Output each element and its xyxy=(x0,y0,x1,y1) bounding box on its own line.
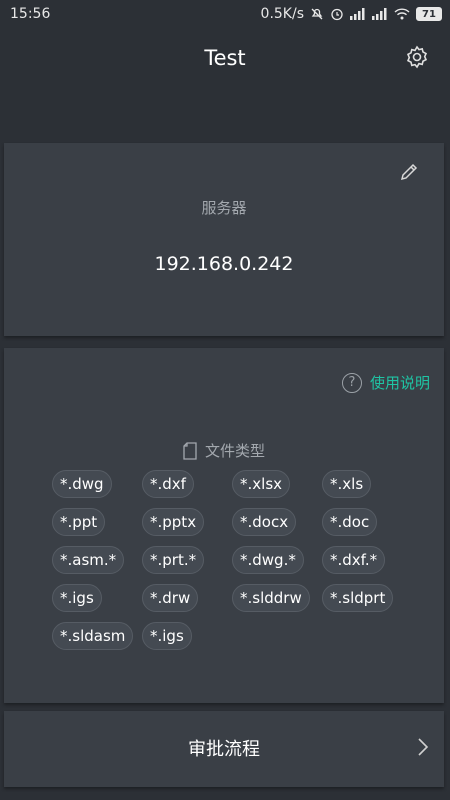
status-bar: 15:56 0.5K/s 71 xyxy=(0,0,450,28)
file-type-chip[interactable]: *.xls xyxy=(322,470,372,498)
question-icon: ? xyxy=(341,372,362,393)
app-screen: 15:56 0.5K/s 71 Test 服务器 192.168.0.242 ?… xyxy=(0,0,450,800)
signal-icon-2 xyxy=(372,8,388,20)
server-label: 服务器 xyxy=(201,199,247,217)
wifi-icon xyxy=(394,8,410,20)
file-type-chip[interactable]: *.sldasm xyxy=(52,622,134,650)
file-icon xyxy=(183,441,197,460)
title-bar: Test xyxy=(0,28,450,88)
alarm-icon xyxy=(330,7,344,21)
signal-icon xyxy=(350,8,366,20)
file-types-title: 文件类型 xyxy=(204,442,265,460)
file-type-chip[interactable]: *.slddrw xyxy=(232,584,310,612)
server-card: 服务器 192.168.0.242 xyxy=(4,143,444,336)
approval-row[interactable]: 审批流程 xyxy=(4,711,444,787)
file-type-chip[interactable]: *.drw xyxy=(142,584,199,612)
help-label: 使用说明 xyxy=(369,374,430,392)
file-types-heading: 文件类型 xyxy=(4,440,444,461)
file-type-chip[interactable]: *.igs xyxy=(52,584,102,612)
help-link[interactable]: ? 使用说明 xyxy=(341,372,430,393)
file-type-chip[interactable]: *.sldprt xyxy=(322,584,394,612)
file-type-chip[interactable]: *.dxf xyxy=(142,470,194,498)
file-type-chip[interactable]: *.ppt xyxy=(52,508,106,536)
file-type-chip[interactable]: *.xlsx xyxy=(232,470,291,498)
file-type-chip[interactable]: *.igs xyxy=(142,622,192,650)
mute-icon xyxy=(310,7,324,21)
file-type-chip[interactable]: *.pptx xyxy=(142,508,205,536)
server-address: 192.168.0.242 xyxy=(154,253,294,275)
file-type-chip[interactable]: *.dwg xyxy=(52,470,112,498)
file-type-chip[interactable]: *.dwg.* xyxy=(232,546,304,574)
file-type-chip[interactable]: *.dxf.* xyxy=(322,546,386,574)
file-type-chip[interactable]: *.docx xyxy=(232,508,297,536)
gear-icon[interactable] xyxy=(404,44,430,70)
pencil-icon[interactable] xyxy=(398,161,420,183)
approval-label: 审批流程 xyxy=(188,739,260,760)
chevron-right-icon xyxy=(416,736,430,758)
battery-icon: 71 xyxy=(416,7,442,21)
file-type-chip[interactable]: *.doc xyxy=(322,508,378,536)
net-speed: 0.5K/s xyxy=(260,6,304,22)
file-type-chip[interactable]: *.prt.* xyxy=(142,546,205,574)
page-title: Test xyxy=(204,46,246,70)
file-types-card: ? 使用说明 文件类型 *.dwg *.dxf *.xlsx *.xls *.p… xyxy=(4,348,444,703)
status-time: 15:56 xyxy=(10,6,51,22)
file-type-chips: *.dwg *.dxf *.xlsx *.xls *.ppt *.pptx *.… xyxy=(52,470,412,650)
file-type-chip[interactable]: *.asm.* xyxy=(52,546,125,574)
status-icons: 0.5K/s 71 xyxy=(261,6,442,22)
